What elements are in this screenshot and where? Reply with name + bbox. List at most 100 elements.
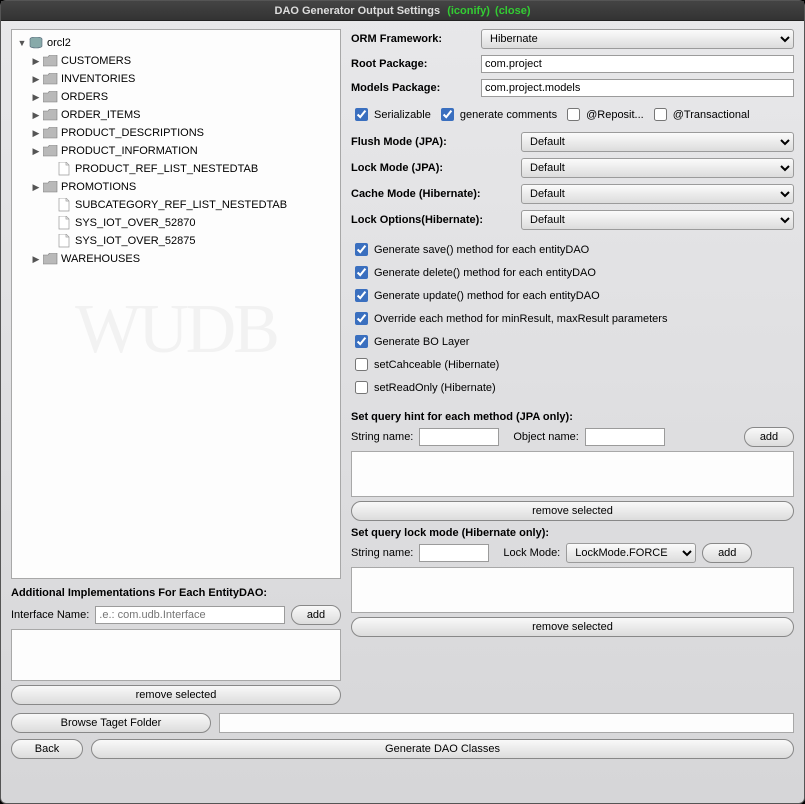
tree-item[interactable]: ▶ PRODUCT_DESCRIPTIONS <box>16 124 336 142</box>
generate-comments-checkbox[interactable]: generate comments <box>437 105 557 124</box>
target-path-box[interactable] <box>219 713 794 733</box>
tree-item[interactable]: ▶ INVENTORIES <box>16 70 336 88</box>
option-checkbox[interactable]: setCahceable (Hibernate) <box>351 355 794 374</box>
remove-lock-button[interactable]: remove selected <box>351 617 794 637</box>
root-package-label: Root Package: <box>351 58 481 70</box>
window-title: DAO Generator Output Settings <box>275 5 441 17</box>
expand-icon[interactable]: ▶ <box>30 88 42 106</box>
lock-list[interactable] <box>351 567 794 613</box>
folder-icon <box>42 55 58 68</box>
folder-icon <box>42 127 58 140</box>
flush-mode-label: Flush Mode (JPA): <box>351 136 521 148</box>
orm-framework-select[interactable]: Hibernate <box>481 29 794 49</box>
string-name-label: String name: <box>351 431 413 443</box>
add-lock-button[interactable]: add <box>702 543 752 563</box>
database-icon <box>28 37 44 50</box>
lock-mode-select[interactable]: LockMode.FORCE <box>566 543 696 563</box>
tree-item[interactable]: SUBCATEGORY_REF_LIST_NESTEDTAB <box>16 196 336 214</box>
tree-item[interactable]: SYS_IOT_OVER_52870 <box>16 214 336 232</box>
watermark: WUDB <box>12 290 340 370</box>
lock-string-name-label: String name: <box>351 547 413 559</box>
folder-icon <box>42 253 58 266</box>
query-hint-string-input[interactable] <box>419 428 499 446</box>
schema-tree[interactable]: WUDB ▼ orcl2 ▶CUSTOMERS▶INVENTORIES▶ORDE… <box>11 29 341 579</box>
cache-mode-label: Cache Mode (Hibernate): <box>351 188 521 200</box>
query-hint-object-input[interactable] <box>585 428 665 446</box>
expand-icon[interactable]: ▶ <box>30 142 42 160</box>
query-hint-heading: Set query hint for each method (JPA only… <box>351 411 794 423</box>
object-name-label: Object name: <box>513 431 578 443</box>
add-interface-button[interactable]: add <box>291 605 341 625</box>
models-package-input[interactable] <box>481 79 794 97</box>
lock-options-hib-label: Lock Options(Hibernate): <box>351 214 521 226</box>
query-hint-list[interactable] <box>351 451 794 497</box>
folder-icon <box>42 91 58 104</box>
tree-root[interactable]: ▼ orcl2 <box>16 34 336 52</box>
tree-label: PRODUCT_DESCRIPTIONS <box>61 124 204 142</box>
folder-icon <box>42 109 58 122</box>
tree-label: CUSTOMERS <box>61 52 131 70</box>
orm-framework-label: ORM Framework: <box>351 33 481 45</box>
interface-name-label: Interface Name: <box>11 609 89 621</box>
repository-checkbox[interactable]: @Reposit... <box>563 105 644 124</box>
back-button[interactable]: Back <box>11 739 83 759</box>
lock-options-hib-select[interactable]: Default <box>521 210 794 230</box>
file-icon <box>56 163 72 176</box>
titlebar: DAO Generator Output Settings (iconify) … <box>1 1 804 21</box>
option-checkbox[interactable]: Override each method for minResult, maxR… <box>351 309 794 328</box>
interface-name-input[interactable] <box>95 606 285 624</box>
expand-icon[interactable]: ▶ <box>30 70 42 88</box>
tree-item[interactable]: ▶ PRODUCT_INFORMATION <box>16 142 336 160</box>
tree-item[interactable]: ▶ ORDERS <box>16 88 336 106</box>
close-button[interactable]: (close) <box>495 5 530 17</box>
iconify-button[interactable]: (iconify) <box>447 5 490 17</box>
interface-list[interactable] <box>11 629 341 681</box>
remove-query-hint-button[interactable]: remove selected <box>351 501 794 521</box>
lock-mode-label: Lock Mode: <box>503 547 560 559</box>
lock-mode-jpa-select[interactable]: Default <box>521 158 794 178</box>
lock-string-input[interactable] <box>419 544 489 562</box>
expand-icon[interactable]: ▶ <box>30 124 42 142</box>
models-package-label: Models Package: <box>351 82 481 94</box>
expand-icon[interactable]: ▶ <box>30 178 42 196</box>
tree-item[interactable]: PRODUCT_REF_LIST_NESTEDTAB <box>16 160 336 178</box>
option-checkbox[interactable]: Generate BO Layer <box>351 332 794 351</box>
tree-label: SYS_IOT_OVER_52875 <box>75 232 195 250</box>
add-query-hint-button[interactable]: add <box>744 427 794 447</box>
expand-icon[interactable]: ▶ <box>30 250 42 268</box>
tree-item[interactable]: ▶WAREHOUSES <box>16 250 336 268</box>
option-checkbox[interactable]: setReadOnly (Hibernate) <box>351 378 794 397</box>
root-package-input[interactable] <box>481 55 794 73</box>
transactional-checkbox[interactable]: @Transactional <box>650 105 750 124</box>
cache-mode-select[interactable]: Default <box>521 184 794 204</box>
browse-target-button[interactable]: Browse Taget Folder <box>11 713 211 733</box>
tree-item[interactable]: ▶ PROMOTIONS <box>16 178 336 196</box>
option-checkbox[interactable]: Generate update() method for each entity… <box>351 286 794 305</box>
query-lock-heading: Set query lock mode (Hibernate only): <box>351 527 794 539</box>
expand-icon[interactable]: ▼ <box>16 34 28 52</box>
tree-label: PRODUCT_REF_LIST_NESTEDTAB <box>75 160 258 178</box>
serializable-checkbox[interactable]: Serializable <box>351 105 431 124</box>
expand-icon[interactable]: ▶ <box>30 52 42 70</box>
tree-item[interactable]: ▶ORDER_ITEMS <box>16 106 336 124</box>
remove-interface-button[interactable]: remove selected <box>11 685 341 705</box>
tree-item[interactable]: ▶ CUSTOMERS <box>16 52 336 70</box>
file-icon <box>56 199 72 212</box>
lock-mode-jpa-label: Lock Mode (JPA): <box>351 162 521 174</box>
option-checkbox[interactable]: Generate save() method for each entityDA… <box>351 240 794 259</box>
folder-icon <box>42 181 58 194</box>
generate-button[interactable]: Generate DAO Classes <box>91 739 794 759</box>
file-icon <box>56 235 72 248</box>
tree-label: SYS_IOT_OVER_52870 <box>75 214 195 232</box>
folder-icon <box>42 145 58 158</box>
option-checkbox[interactable]: Generate delete() method for each entity… <box>351 263 794 282</box>
folder-icon <box>42 73 58 86</box>
tree-label: PROMOTIONS <box>61 178 136 196</box>
tree-label: ORDERS <box>61 88 108 106</box>
tree-item[interactable]: SYS_IOT_OVER_52875 <box>16 232 336 250</box>
expand-icon[interactable]: ▶ <box>30 106 42 124</box>
tree-label: PRODUCT_INFORMATION <box>61 142 198 160</box>
tree-label: INVENTORIES <box>61 70 135 88</box>
flush-mode-select[interactable]: Default <box>521 132 794 152</box>
tree-label: SUBCATEGORY_REF_LIST_NESTEDTAB <box>75 196 287 214</box>
